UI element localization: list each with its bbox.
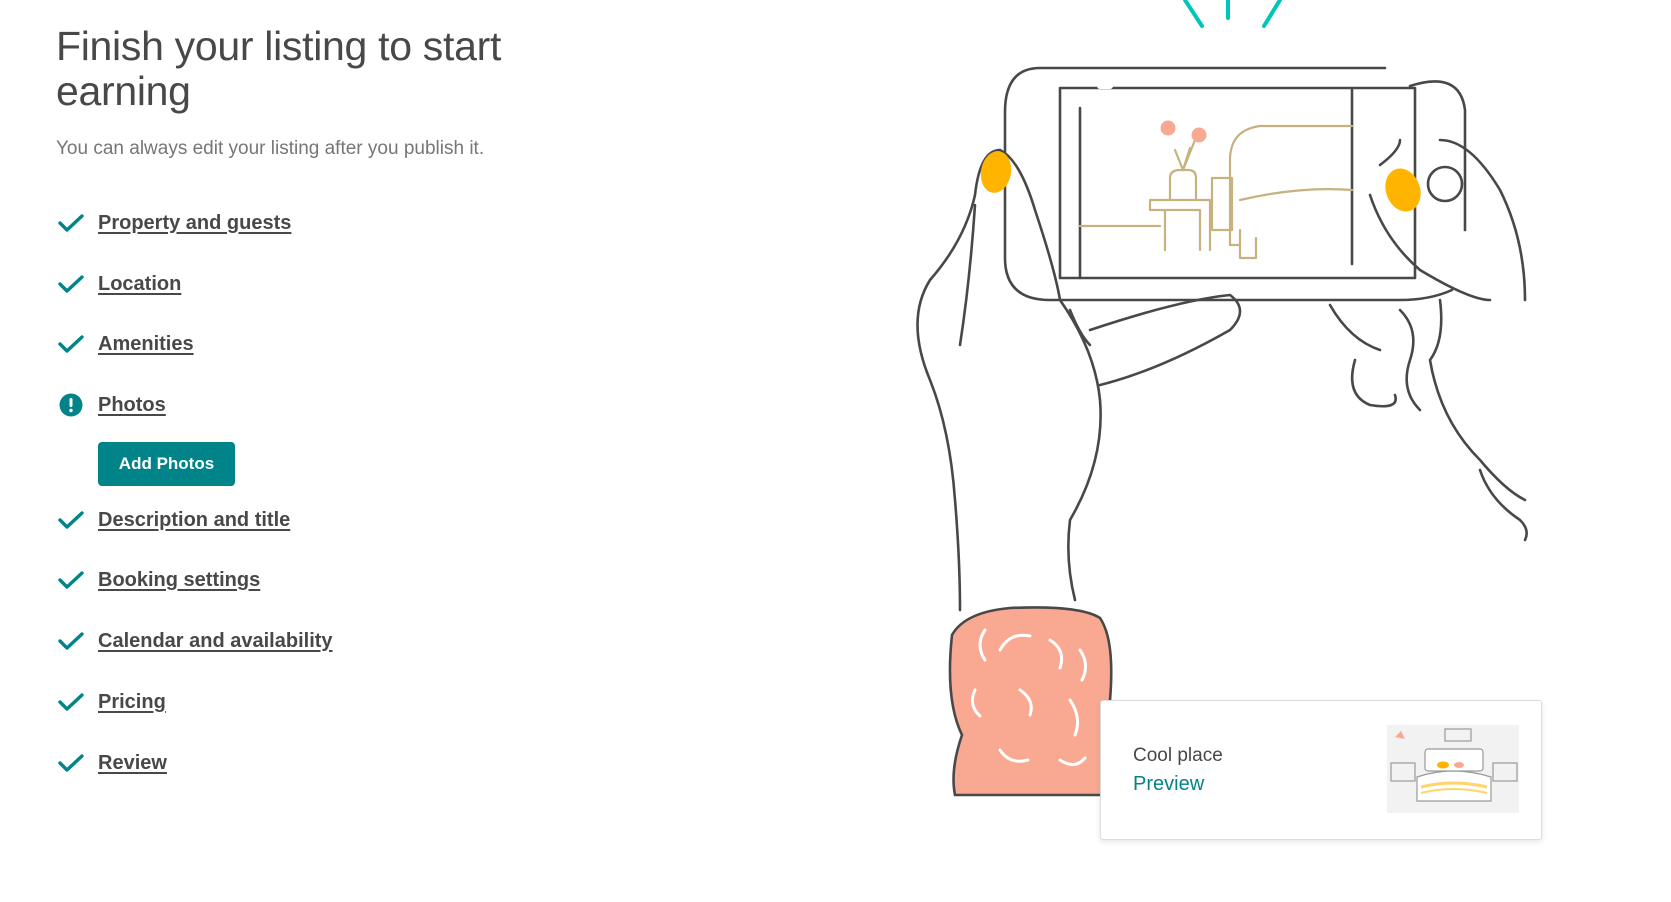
- step-location: Location: [56, 269, 181, 299]
- page-title: Finish your listing to start earning: [56, 23, 502, 114]
- listing-thumbnail-image: [1387, 725, 1519, 813]
- alert-icon: [56, 390, 86, 420]
- step-property-and-guests: Property and guests: [56, 208, 291, 238]
- step-amenities: Amenities: [56, 329, 194, 359]
- check-icon: [56, 505, 86, 535]
- listing-name: Cool place: [1133, 745, 1223, 766]
- step-link-photos[interactable]: Photos: [98, 394, 166, 417]
- step-link-pricing[interactable]: Pricing: [98, 691, 166, 714]
- step-link-location[interactable]: Location: [98, 273, 181, 296]
- step-link-description-and-title[interactable]: Description and title: [98, 509, 290, 532]
- step-link-amenities[interactable]: Amenities: [98, 333, 194, 356]
- step-review: Review: [56, 748, 167, 778]
- hands-holding-phone-illustration: [916, 0, 1528, 797]
- page-subtitle: You can always edit your listing after y…: [56, 138, 485, 159]
- header: Finish your listing to start earning You…: [56, 24, 616, 160]
- step-calendar-and-availability: Calendar and availability: [56, 626, 333, 656]
- check-icon: [56, 687, 86, 717]
- step-pricing: Pricing: [56, 687, 166, 717]
- listing-preview-card[interactable]: Cool place Preview: [1100, 700, 1542, 840]
- step-link-property-and-guests[interactable]: Property and guests: [98, 212, 291, 235]
- preview-link[interactable]: Preview: [1133, 773, 1204, 796]
- step-link-review[interactable]: Review: [98, 752, 167, 775]
- check-icon: [56, 748, 86, 778]
- check-icon: [56, 626, 86, 656]
- step-description-and-title: Description and title: [56, 505, 290, 535]
- step-booking-settings: Booking settings: [56, 565, 260, 595]
- add-photos-button[interactable]: Add Photos: [98, 442, 235, 486]
- check-icon: [56, 269, 86, 299]
- step-link-calendar-and-availability[interactable]: Calendar and availability: [98, 630, 333, 653]
- check-icon: [56, 208, 86, 238]
- check-icon: [56, 565, 86, 595]
- check-icon: [56, 329, 86, 359]
- step-link-booking-settings[interactable]: Booking settings: [98, 569, 260, 592]
- step-photos: Photos: [56, 390, 166, 420]
